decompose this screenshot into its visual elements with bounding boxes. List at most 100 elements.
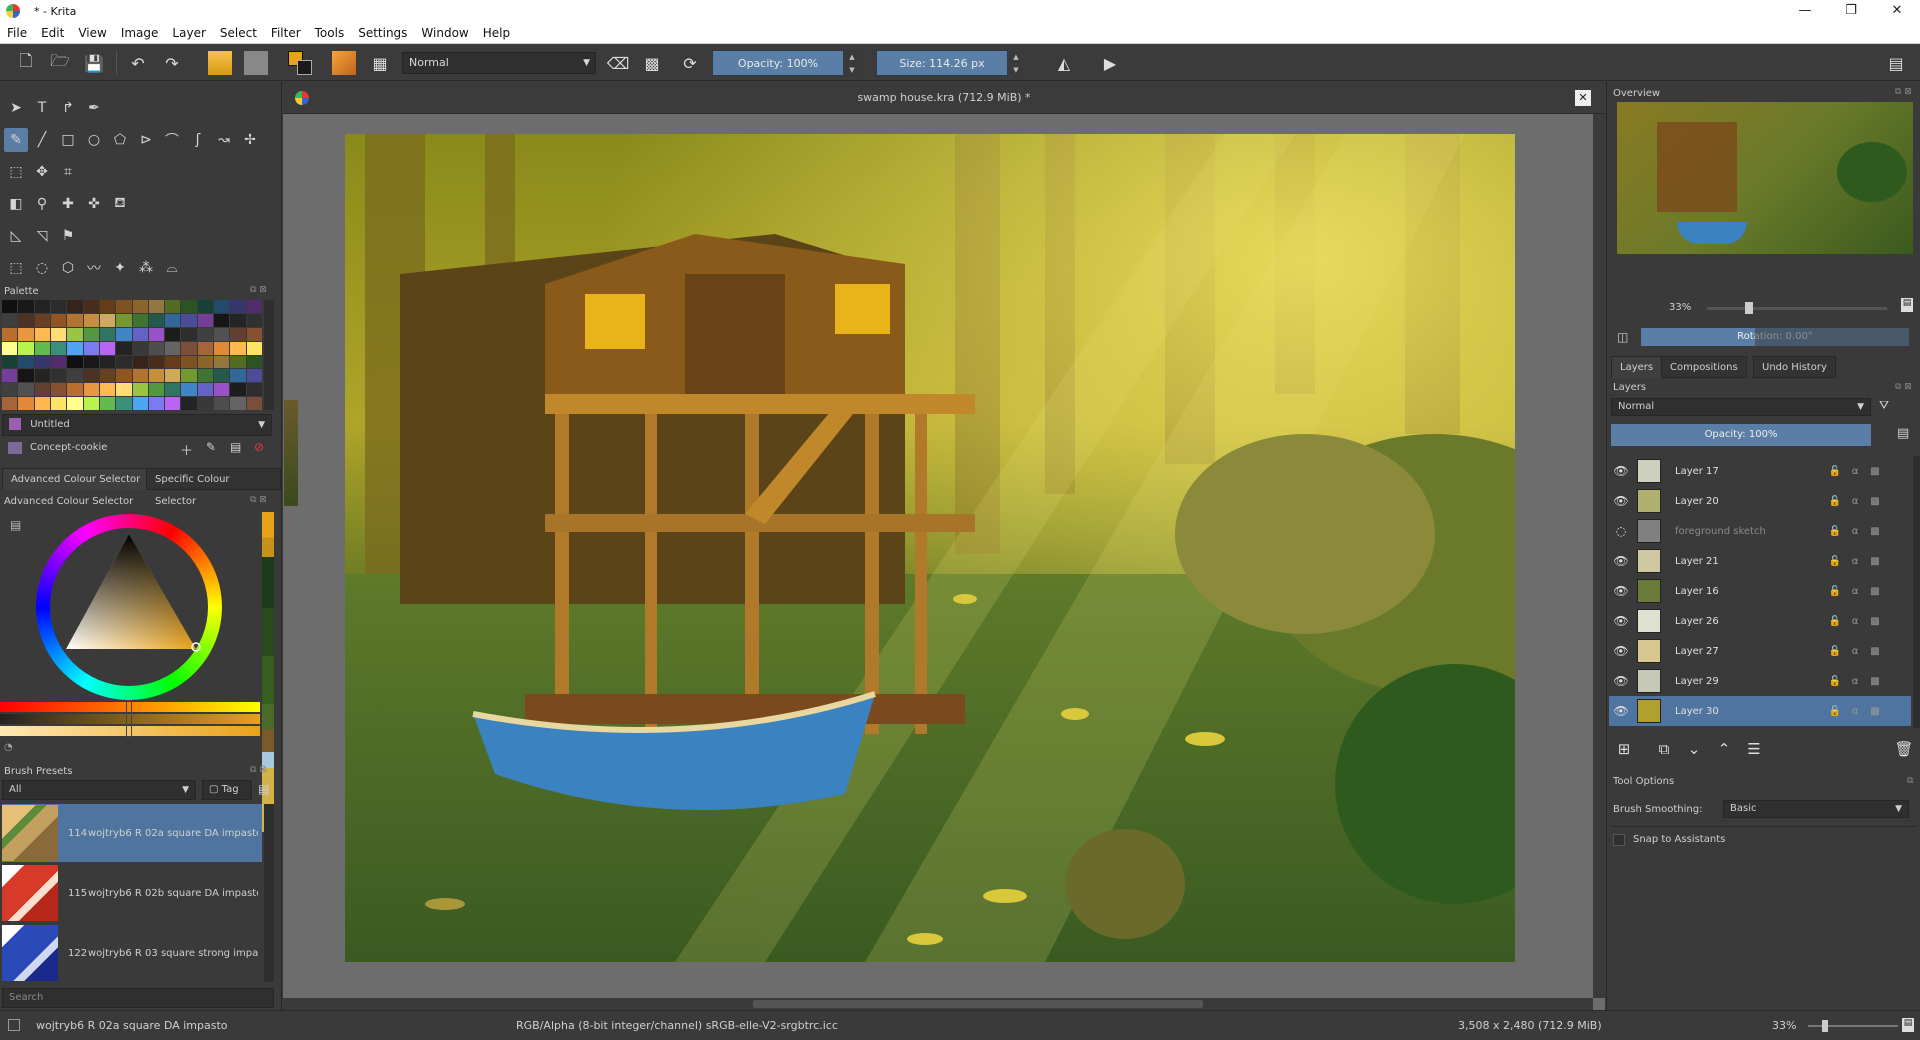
inherit-alpha-icon[interactable]: ▩ bbox=[1865, 616, 1885, 627]
palette-swatch[interactable] bbox=[18, 369, 34, 383]
palette-swatch[interactable] bbox=[181, 313, 197, 327]
inherit-alpha-icon[interactable]: ▩ bbox=[1865, 466, 1885, 477]
tag-button[interactable]: ▢ Tag bbox=[202, 780, 252, 800]
docker-float-icon[interactable]: ⧉ ⊠ bbox=[250, 765, 267, 775]
lock-icon[interactable]: 🔓 bbox=[1825, 496, 1845, 507]
colour-history-icon[interactable]: ◔ bbox=[4, 742, 13, 753]
palette-swatch[interactable] bbox=[230, 327, 246, 341]
palette-swatch[interactable] bbox=[230, 300, 246, 313]
palette-swatch[interactable] bbox=[246, 383, 262, 397]
alpha-lock-icon[interactable]: α bbox=[1845, 526, 1865, 537]
palette-swatch[interactable] bbox=[132, 300, 148, 313]
palette-swatch[interactable] bbox=[214, 355, 230, 369]
palette-swatch[interactable] bbox=[67, 327, 83, 341]
docker-float-icon[interactable]: ⧉ ⊠ bbox=[250, 285, 267, 295]
overview-thumbnail[interactable] bbox=[1617, 102, 1913, 254]
palette-swatch[interactable] bbox=[83, 397, 99, 410]
tab-layers[interactable]: Layers bbox=[1611, 356, 1663, 378]
new-document-icon[interactable]: 🗋 bbox=[14, 51, 38, 75]
alpha-lock-icon[interactable]: α bbox=[1845, 616, 1865, 627]
colour-settings-icon[interactable]: ▤ bbox=[10, 518, 21, 532]
size-spin[interactable]: ▲ ▼ bbox=[1010, 50, 1022, 76]
color-picker-tool-icon[interactable]: ⚲ bbox=[30, 192, 54, 216]
palette-swatch[interactable] bbox=[83, 313, 99, 327]
palette-swatch[interactable] bbox=[214, 383, 230, 397]
document-title[interactable]: swamp house.kra (712.9 MiB) * bbox=[283, 82, 1605, 114]
palette-swatch[interactable] bbox=[67, 341, 83, 355]
palette-swatch[interactable] bbox=[18, 383, 34, 397]
palette-swatch[interactable] bbox=[116, 383, 132, 397]
minimize-button[interactable]: — bbox=[1782, 0, 1828, 22]
palette-swatch[interactable] bbox=[246, 355, 262, 369]
layer-row[interactable]: 👁 Layer 26 🔓 α ▩ bbox=[1609, 606, 1911, 636]
palette-swatch[interactable] bbox=[83, 355, 99, 369]
reload-preset-icon[interactable]: ⟳ bbox=[678, 51, 702, 75]
move-layer-down-icon[interactable]: ⌄ bbox=[1681, 736, 1707, 762]
close-window-button[interactable]: ✕ bbox=[1874, 0, 1920, 22]
palette-swatch[interactable] bbox=[2, 369, 18, 383]
slider-handle[interactable] bbox=[126, 700, 132, 738]
freehand-path-tool-icon[interactable]: ʃ bbox=[186, 128, 210, 152]
palette-swatch[interactable] bbox=[197, 341, 214, 355]
palette-swatch[interactable] bbox=[99, 313, 116, 327]
palette-swatch[interactable] bbox=[132, 327, 148, 341]
grid-icon[interactable]: ▦ bbox=[368, 51, 392, 75]
palette-swatch[interactable] bbox=[214, 313, 230, 327]
layer-row[interactable]: 👁 Layer 17 🔓 α ▩ bbox=[1609, 456, 1911, 486]
reference-tool-icon[interactable]: ⚑ bbox=[56, 224, 80, 248]
menu-image[interactable]: Image bbox=[114, 26, 166, 40]
palette-swatch[interactable] bbox=[230, 341, 246, 355]
palette-swatch[interactable] bbox=[246, 313, 262, 327]
eye-hidden-icon[interactable]: ◌ bbox=[1609, 524, 1633, 538]
inherit-alpha-icon[interactable]: ▩ bbox=[1865, 556, 1885, 567]
transform-tool-icon[interactable]: ⬚ bbox=[4, 160, 28, 184]
canvas-vertical-scrollbar[interactable] bbox=[1593, 114, 1605, 998]
palette-swatch[interactable] bbox=[50, 397, 67, 410]
polygon-select-tool-icon[interactable]: ⬡ bbox=[56, 256, 80, 280]
palette-swatch[interactable] bbox=[67, 383, 83, 397]
opacity-spin[interactable]: ▲ ▼ bbox=[846, 50, 858, 76]
palette-swatch[interactable] bbox=[99, 327, 116, 341]
palette-swatch[interactable] bbox=[34, 313, 50, 327]
eye-visible-icon[interactable]: 👁 bbox=[1609, 644, 1633, 658]
polyline-tool-icon[interactable]: ⊳ bbox=[134, 128, 158, 152]
palette-swatch[interactable] bbox=[148, 397, 165, 410]
blend-mode-select[interactable]: Normal ▼ bbox=[402, 52, 596, 74]
palette-swatch[interactable] bbox=[99, 341, 116, 355]
layer-row[interactable]: 👁 Layer 16 🔓 α ▩ bbox=[1609, 576, 1911, 606]
palette-swatch[interactable] bbox=[246, 341, 262, 355]
palette-swatch[interactable] bbox=[2, 383, 18, 397]
gradient-tool-icon[interactable]: ◧ bbox=[4, 192, 28, 216]
layer-row[interactable]: 👁 Layer 29 🔓 α ▩ bbox=[1609, 666, 1911, 696]
palette-swatch[interactable] bbox=[50, 313, 67, 327]
multibrush-tool-icon[interactable]: ✢ bbox=[238, 128, 262, 152]
docker-float-icon[interactable]: ⧉ ⊠ bbox=[250, 495, 267, 505]
palette-swatch[interactable] bbox=[50, 300, 67, 313]
alpha-lock-icon[interactable]: α bbox=[1845, 586, 1865, 597]
lock-icon[interactable]: 🔓 bbox=[1825, 556, 1845, 567]
palette-swatch[interactable] bbox=[50, 369, 67, 383]
palette-swatch[interactable] bbox=[67, 355, 83, 369]
redo-icon[interactable]: ↷ bbox=[160, 51, 184, 75]
inherit-alpha-icon[interactable]: ▩ bbox=[1865, 526, 1885, 537]
inherit-alpha-icon[interactable]: ▩ bbox=[1865, 646, 1885, 657]
palette-swatch[interactable] bbox=[116, 300, 132, 313]
palette-swatch[interactable] bbox=[230, 383, 246, 397]
mirror-horizontal-icon[interactable]: ◭ bbox=[1052, 51, 1076, 75]
palette-swatch[interactable] bbox=[99, 300, 116, 313]
preset-view-icon[interactable]: ▤ bbox=[258, 782, 269, 796]
palette-swatch[interactable] bbox=[165, 341, 181, 355]
palette-swatch[interactable] bbox=[2, 300, 18, 313]
alpha-lock-icon[interactable]: α bbox=[1845, 496, 1865, 507]
palette-swatch[interactable] bbox=[34, 300, 50, 313]
alpha-lock-icon[interactable]: α bbox=[1845, 676, 1865, 687]
layer-row[interactable]: 👁 Layer 21 🔓 α ▩ bbox=[1609, 546, 1911, 576]
edit-shapes-tool-icon[interactable]: ↱ bbox=[56, 96, 80, 120]
eraser-icon[interactable]: ⌫ bbox=[606, 51, 630, 75]
palette-swatch[interactable] bbox=[116, 341, 132, 355]
palette-swatch[interactable] bbox=[83, 341, 99, 355]
zoom-options-icon[interactable]: ▤ bbox=[1902, 1018, 1914, 1032]
palette-manage-icon[interactable]: ▤ bbox=[230, 440, 241, 454]
menu-help[interactable]: Help bbox=[476, 26, 517, 40]
lock-icon[interactable]: 🔓 bbox=[1825, 646, 1845, 657]
